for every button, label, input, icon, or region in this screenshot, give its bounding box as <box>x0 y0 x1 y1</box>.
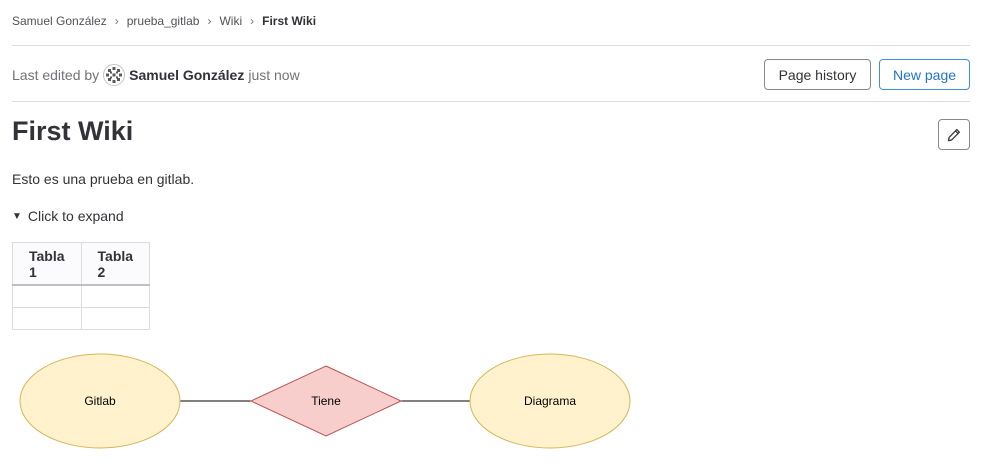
divider <box>12 45 970 46</box>
table-header-cell: Tabla 2 <box>80 242 151 286</box>
last-edited-label: Last edited by <box>12 67 100 83</box>
triangle-down-icon: ▼ <box>12 210 22 222</box>
table-row <box>12 307 151 330</box>
pencil-icon <box>947 128 961 141</box>
breadcrumb-separator-icon: › <box>114 14 119 28</box>
entity-label: Diagrama <box>524 394 576 408</box>
page-title: First Wiki <box>12 116 134 146</box>
edit-page-button[interactable] <box>938 119 970 150</box>
breadcrumb-item-current[interactable]: First Wiki <box>262 14 316 28</box>
breadcrumb-item-user[interactable]: Samuel González <box>12 14 107 28</box>
er-diagram: Gitlab Tiene Diagrama <box>19 353 631 449</box>
avatar[interactable] <box>103 64 126 86</box>
new-page-button[interactable]: New page <box>879 59 970 90</box>
table-cell <box>12 284 82 308</box>
entity-label: Gitlab <box>84 394 116 408</box>
breadcrumb-item-project[interactable]: prueba_gitlab <box>127 14 200 28</box>
breadcrumb: Samuel González › prueba_gitlab › Wiki ›… <box>12 14 316 28</box>
details-summary[interactable]: ▼ Click to expand <box>12 208 124 224</box>
breadcrumb-separator-icon: › <box>250 14 255 28</box>
divider <box>12 101 970 102</box>
last-edited-info: Last edited by Samuel González just now <box>12 64 300 86</box>
page-history-button[interactable]: Page history <box>764 59 871 90</box>
table-cell <box>80 307 151 330</box>
table-cell <box>80 284 151 308</box>
breadcrumb-separator-icon: › <box>207 14 212 28</box>
details-summary-label: Click to expand <box>27 208 124 224</box>
table-cell <box>12 307 82 330</box>
relationship-label: Tiene <box>311 394 341 408</box>
author-name[interactable]: Samuel González <box>129 67 244 83</box>
wiki-table: Tabla 1 Tabla 2 <box>12 242 151 330</box>
breadcrumb-item-wiki[interactable]: Wiki <box>219 14 242 28</box>
edited-time: just now <box>248 67 300 83</box>
table-row <box>12 284 151 308</box>
wiki-paragraph: Esto es una prueba en gitlab. <box>12 171 195 187</box>
wiki-page: Samuel González › prueba_gitlab › Wiki ›… <box>0 0 981 468</box>
table-header-row: Tabla 1 Tabla 2 <box>12 242 151 286</box>
table-header-cell: Tabla 1 <box>12 242 82 286</box>
